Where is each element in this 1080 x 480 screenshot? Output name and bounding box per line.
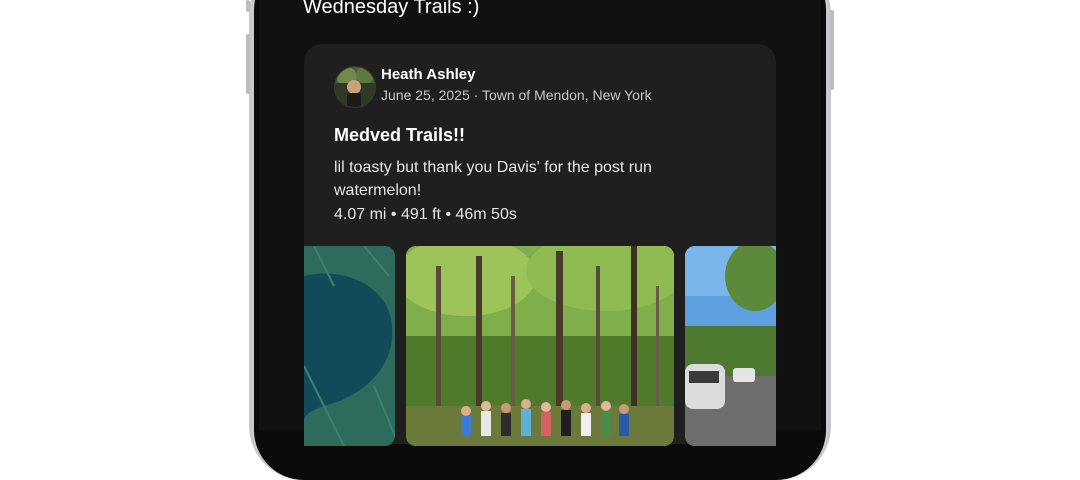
author-name[interactable]: Heath Ashley	[381, 66, 475, 83]
post-location: Town of Mendon, New York	[481, 87, 652, 103]
avatar[interactable]	[334, 66, 376, 108]
post-meta: June 25, 2025 · Town of Mendon, New York	[381, 87, 652, 103]
map-image	[304, 246, 395, 446]
group-photo[interactable]	[406, 246, 674, 446]
post-description: lil toasty but thank you Davis' for the …	[334, 159, 652, 199]
post-title[interactable]: Medved Trails!!	[334, 125, 465, 146]
meta-separator: ·	[473, 87, 479, 103]
parking-lot-photo[interactable]	[685, 246, 776, 446]
forest-group-image	[406, 246, 674, 446]
post-date: June 25, 2025	[381, 87, 470, 103]
parking-lot-image	[685, 246, 776, 446]
phone-side-button-middle	[246, 34, 250, 94]
avatar-image	[335, 67, 375, 107]
activity-header-text: Wednesday Trails :)	[303, 0, 480, 18]
post-stats: 4.07 mi • 491 ft • 46m 50s	[334, 206, 517, 223]
phone-side-button-right	[830, 10, 834, 90]
route-map-thumbnail[interactable]	[304, 246, 395, 446]
phone-side-button-top	[246, 0, 250, 12]
